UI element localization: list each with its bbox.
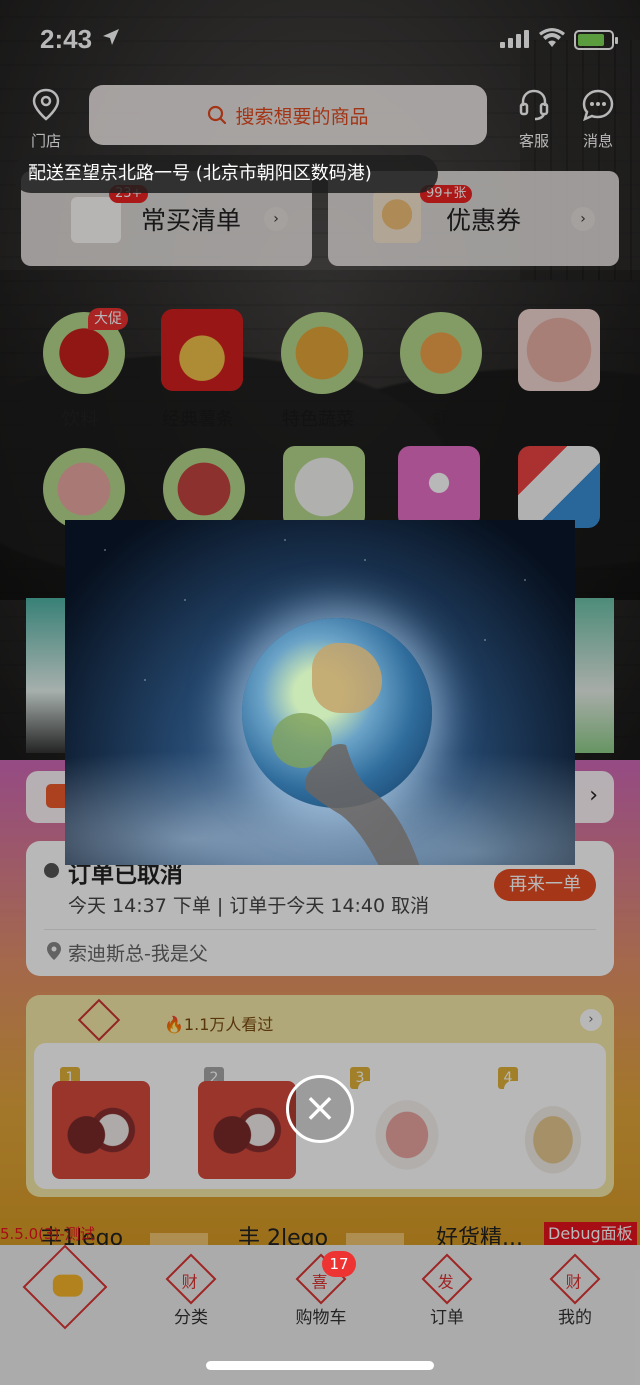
popup-ad-image[interactable] xyxy=(65,520,575,865)
delivery-address-pill[interactable]: 配送至望京北路一号 (北京市朝阳区数码港) xyxy=(12,155,438,193)
home-indicator[interactable] xyxy=(206,1361,434,1370)
hand-holding-globe xyxy=(305,744,420,865)
close-popup-button[interactable]: × xyxy=(286,1075,354,1143)
cart-count-badge: 17 xyxy=(322,1251,356,1277)
